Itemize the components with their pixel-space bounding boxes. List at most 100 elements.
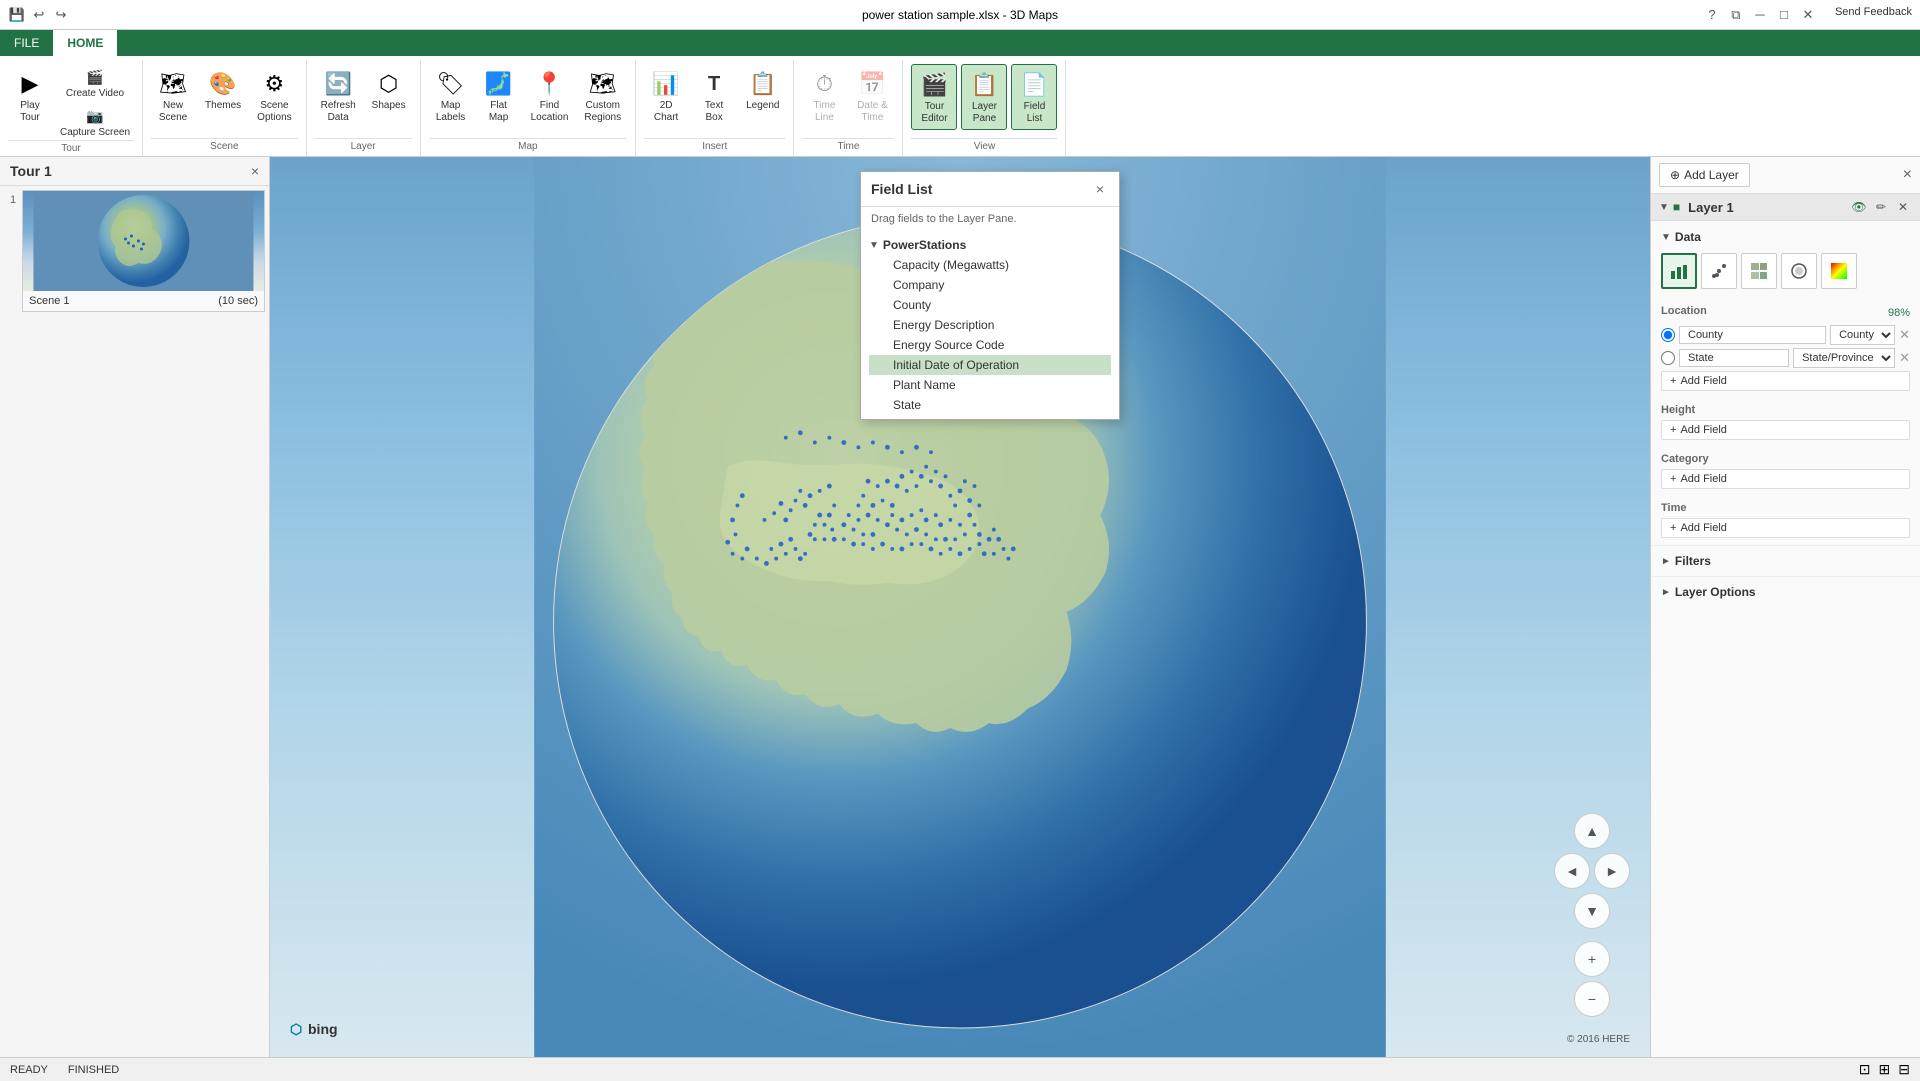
field-item-energy-source[interactable]: Energy Source Code xyxy=(869,335,1111,355)
find-location-button[interactable]: 📍 FindLocation xyxy=(525,64,575,128)
capture-screen-button[interactable]: 📷 Capture Screen xyxy=(56,103,134,140)
viz-heat-icon[interactable] xyxy=(1821,253,1857,289)
map-area: Field List × Drag fields to the Layer Pa… xyxy=(270,157,1650,1057)
layer-pane-button[interactable]: 📋 LayerPane xyxy=(961,64,1007,130)
state-mapping-dropdown[interactable]: State/Province xyxy=(1793,348,1895,368)
restore-icon[interactable]: ⧉ xyxy=(1727,6,1745,24)
add-layer-button[interactable]: ⊕ Add Layer xyxy=(1659,163,1750,187)
ribbon-tabs: FILE HOME xyxy=(0,30,1920,56)
field-list-button[interactable]: 📄 FieldList xyxy=(1011,64,1057,130)
layer-name: Layer 1 xyxy=(1688,200,1846,215)
layer-controls: 👁 ✏ ✕ xyxy=(1850,198,1912,216)
flat-map-button[interactable]: 🗾 FlatMap xyxy=(477,64,521,128)
layer-edit-icon[interactable]: ✏ xyxy=(1872,198,1890,216)
themes-button[interactable]: 🎨 Themes xyxy=(199,64,247,116)
state-remove-button[interactable]: ✕ xyxy=(1899,350,1910,366)
filters-header[interactable]: ► Filters xyxy=(1661,550,1910,572)
legend-button[interactable]: 📋 Legend xyxy=(740,64,785,116)
layer-visible-icon[interactable]: 👁 xyxy=(1850,198,1868,216)
scene-item[interactable]: Scene 1 (10 sec) xyxy=(22,190,265,312)
data-section-label: Data xyxy=(1675,230,1701,244)
status-icon-1[interactable]: ⊡ xyxy=(1859,1061,1871,1078)
field-item-county[interactable]: County xyxy=(869,295,1111,315)
status-icon-3[interactable]: ⊟ xyxy=(1898,1061,1910,1078)
nav-up-button[interactable]: ▲ xyxy=(1574,813,1610,849)
view-group-label: View xyxy=(911,138,1057,156)
insert-items: 📊 2DChart T TextBox 📋 Legend xyxy=(644,60,785,138)
layer-items: 🔄 RefreshData ⬡ Shapes xyxy=(315,60,412,138)
refresh-data-button[interactable]: 🔄 RefreshData xyxy=(315,64,362,128)
time-line-button[interactable]: ⏱ TimeLine xyxy=(802,64,846,128)
field-tree-root[interactable]: ▼ PowerStations xyxy=(869,235,1111,255)
shapes-button[interactable]: ⬡ Shapes xyxy=(366,64,412,116)
height-add-field-button[interactable]: + Add Field xyxy=(1661,420,1910,440)
tab-file[interactable]: FILE xyxy=(0,30,53,56)
zoom-out-button[interactable]: − xyxy=(1574,981,1610,1017)
layer-expand-icon[interactable]: ▼ xyxy=(1659,202,1669,213)
custom-regions-icon: 🗺 xyxy=(587,68,619,100)
status-icon-2[interactable]: ⊞ xyxy=(1879,1061,1891,1078)
field-item-plant-name[interactable]: Plant Name xyxy=(869,375,1111,395)
viz-scatter-icon[interactable] xyxy=(1701,253,1737,289)
undo-icon[interactable]: ↩ xyxy=(30,6,48,24)
category-add-field-button[interactable]: + Add Field xyxy=(1661,469,1910,489)
add-icon: + xyxy=(1670,375,1676,387)
map-labels-button[interactable]: 🏷 MapLabels xyxy=(429,64,473,128)
field-item-initial-date[interactable]: Initial Date of Operation xyxy=(869,355,1111,375)
viz-bar-icon[interactable] xyxy=(1661,253,1697,289)
nav-right-button[interactable]: ► xyxy=(1594,853,1630,889)
add-icon: + xyxy=(1670,522,1676,534)
county-remove-button[interactable]: ✕ xyxy=(1899,327,1910,343)
layer-pane-close-button[interactable]: × xyxy=(1903,166,1912,184)
field-tree: ▼ PowerStations Capacity (Megawatts) Com… xyxy=(861,231,1119,419)
viz-bubble-icon[interactable] xyxy=(1781,253,1817,289)
time-add-field-button[interactable]: + Add Field xyxy=(1661,518,1910,538)
nav-left-button[interactable]: ◄ xyxy=(1554,853,1590,889)
2d-chart-button[interactable]: 📊 2DChart xyxy=(644,64,688,128)
state-radio[interactable] xyxy=(1661,351,1675,365)
tab-home[interactable]: HOME xyxy=(53,30,117,56)
viz-region-icon[interactable] xyxy=(1741,253,1777,289)
custom-regions-button[interactable]: 🗺 CustomRegions xyxy=(578,64,627,128)
flat-map-label: FlatMap xyxy=(489,100,508,124)
text-box-button[interactable]: T TextBox xyxy=(692,64,736,128)
add-icon: + xyxy=(1670,473,1676,485)
height-section: Height + Add Field xyxy=(1651,398,1920,447)
scene-options-button[interactable]: ⚙ SceneOptions xyxy=(251,64,297,128)
date-time-button[interactable]: 📅 Date &Time xyxy=(850,64,894,128)
field-item-company[interactable]: Company xyxy=(869,275,1111,295)
tour-close-button[interactable]: × xyxy=(251,163,259,179)
minimize-icon[interactable]: ─ xyxy=(1751,6,1769,24)
county-mapping-dropdown[interactable]: County xyxy=(1830,325,1895,345)
field-item-state[interactable]: State xyxy=(869,395,1111,415)
layer-remove-icon[interactable]: ✕ xyxy=(1894,198,1912,216)
field-list-close-button[interactable]: × xyxy=(1091,180,1109,198)
feedback-link[interactable]: Send Feedback xyxy=(1835,6,1912,24)
field-list-panel: Field List × Drag fields to the Layer Pa… xyxy=(860,171,1120,420)
data-section-header[interactable]: ▼ Data xyxy=(1661,227,1910,247)
field-item-energy-desc[interactable]: Energy Description xyxy=(869,315,1111,335)
tour-editor-icon: 🎬 xyxy=(918,69,950,101)
close-icon[interactable]: ✕ xyxy=(1799,6,1817,24)
legend-icon: 📋 xyxy=(747,68,779,100)
shapes-label: Shapes xyxy=(372,100,406,112)
create-video-button[interactable]: 🎬 Create Video xyxy=(56,64,134,101)
nav-down-button[interactable]: ▼ xyxy=(1574,893,1610,929)
maximize-icon[interactable]: □ xyxy=(1775,6,1793,24)
main-area: Tour 1 × 1 xyxy=(0,157,1920,1057)
field-item-capacity[interactable]: Capacity (Megawatts) xyxy=(869,255,1111,275)
scene-items: 🗺 NewScene 🎨 Themes ⚙ SceneOptions xyxy=(151,60,298,138)
play-tour-button[interactable]: ▶ PlayTour xyxy=(8,64,52,128)
county-radio[interactable] xyxy=(1661,328,1675,342)
redo-icon[interactable]: ↪ xyxy=(52,6,70,24)
new-scene-button[interactable]: 🗺 NewScene xyxy=(151,64,195,128)
help-icon[interactable]: ? xyxy=(1703,6,1721,24)
zoom-in-button[interactable]: + xyxy=(1574,941,1610,977)
layer-options-section: ► Layer Options xyxy=(1651,576,1920,607)
save-icon[interactable]: 💾 xyxy=(8,6,26,24)
layer-options-header[interactable]: ► Layer Options xyxy=(1661,581,1910,603)
tour-editor-button[interactable]: 🎬 TourEditor xyxy=(911,64,957,130)
location-add-field-button[interactable]: + Add Field xyxy=(1661,371,1910,391)
scene-info: Scene 1 (10 sec) xyxy=(23,291,264,311)
add-icon: ⊕ xyxy=(1670,168,1680,182)
